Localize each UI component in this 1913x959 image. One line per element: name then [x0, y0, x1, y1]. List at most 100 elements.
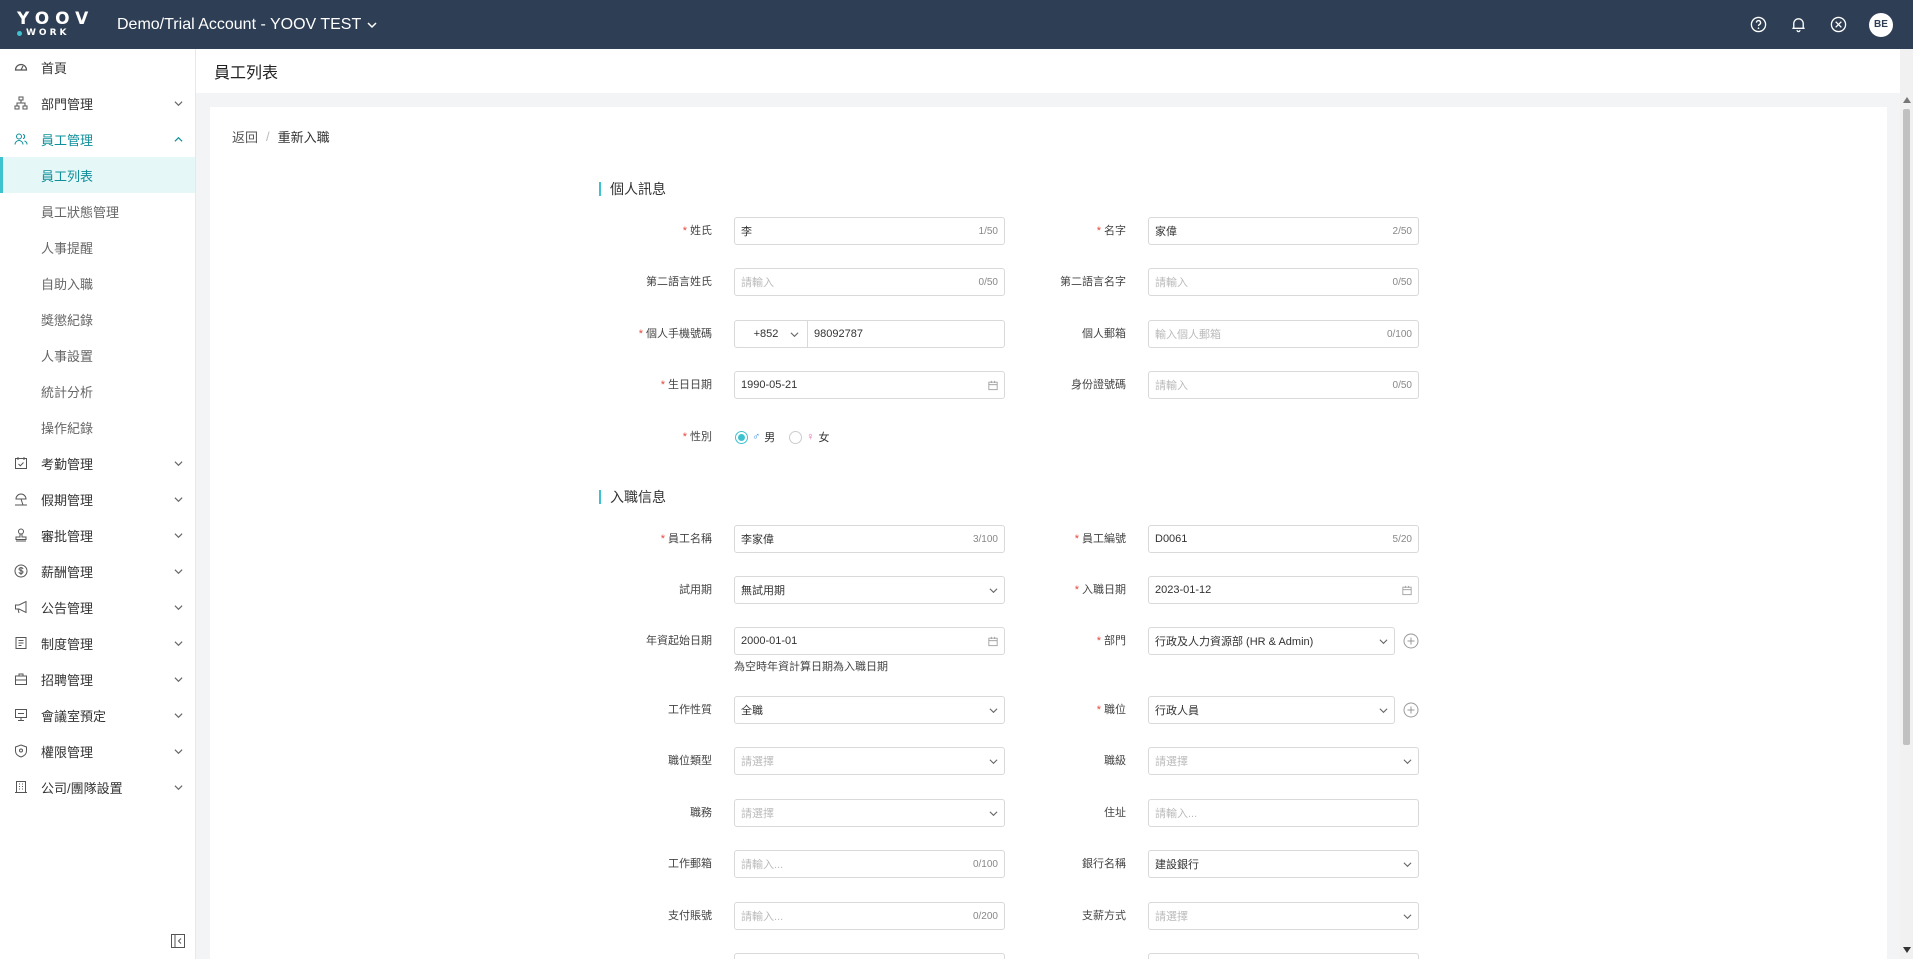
breadcrumb-back[interactable]: 返回	[232, 127, 258, 146]
nav-item-permission[interactable]: 權限管理	[0, 733, 195, 769]
bell-icon[interactable]	[1789, 16, 1807, 34]
building-icon	[13, 780, 28, 795]
gender-male-label: 男	[764, 432, 776, 444]
user-avatar[interactable]: BE	[1869, 12, 1893, 37]
chevron-down-icon	[1402, 859, 1412, 869]
join-date-label: * 入職日期	[1074, 584, 1126, 596]
work-email-input[interactable]: 請輸入... 0/100	[734, 850, 1005, 878]
nav-label: 公司/團隊設置	[41, 780, 123, 796]
add-department-icon[interactable]	[1403, 633, 1419, 649]
scroll-down-icon[interactable]	[1902, 945, 1911, 954]
second-given-input[interactable]: 請輸入 0/50	[1148, 268, 1419, 296]
surname-input[interactable]: 李 1/50	[734, 217, 1005, 245]
nav-label: 部門管理	[41, 96, 94, 112]
next-field-right[interactable]	[1148, 953, 1419, 959]
probation-select[interactable]: 無試用期	[734, 576, 1005, 604]
mobile-input[interactable]: 98092787	[807, 320, 1005, 348]
position-type-select[interactable]: 請選擇	[734, 747, 1005, 775]
nav-item-approval[interactable]: 審批管理	[0, 517, 195, 553]
grade-select[interactable]: 請選擇	[1148, 747, 1419, 775]
app-logo[interactable]: YOOV WORK	[0, 0, 100, 49]
section-personal-info: 個人訊息	[599, 182, 666, 196]
position-select[interactable]: 行政人員	[1148, 696, 1395, 724]
second-surname-input[interactable]: 請輸入 0/50	[734, 268, 1005, 296]
subnav-statistics[interactable]: 統計分析	[0, 373, 195, 409]
nav-label: 首頁	[41, 60, 68, 76]
gender-female-radio[interactable]	[789, 430, 803, 444]
birth-date-picker[interactable]: 1990-05-21	[734, 371, 1005, 399]
duty-select[interactable]: 請選擇	[734, 799, 1005, 827]
id-number-label: 身份證號碼	[1071, 379, 1126, 391]
bank-name-select[interactable]: 建設銀行	[1148, 850, 1419, 878]
chevron-down-icon	[171, 708, 185, 722]
beach-icon	[13, 492, 28, 507]
subnav-employee-status[interactable]: 員工狀態管理	[0, 193, 195, 229]
join-date-picker[interactable]: 2023-01-12	[1148, 576, 1419, 604]
nav-item-policy[interactable]: 制度管理	[0, 625, 195, 661]
breadcrumb-current: 重新入職	[277, 130, 330, 145]
male-icon: ♂	[752, 431, 761, 443]
sidebar: 首頁 部門管理 員工管理 員工列表 員工狀態管理 人事提醒 自助入職 獎懲紀錄 …	[0, 49, 196, 959]
nav-item-company-settings[interactable]: 公司/團隊設置	[0, 769, 195, 805]
account-switcher[interactable]: Demo/Trial Account - YOOV TEST	[117, 16, 377, 34]
nav-item-announcement[interactable]: 公告管理	[0, 589, 195, 625]
scroll-up-icon[interactable]	[1902, 95, 1911, 104]
work-nature-select[interactable]: 全職	[734, 696, 1005, 724]
nav-item-leave[interactable]: 假期管理	[0, 481, 195, 517]
nav-item-payroll[interactable]: 薪酬管理	[0, 553, 195, 589]
nav-label: 薪酬管理	[41, 564, 94, 580]
next-field-left[interactable]	[734, 953, 1005, 959]
subnav-hr-reminder[interactable]: 人事提醒	[0, 229, 195, 265]
subnav-operation-log[interactable]: 操作紀錄	[0, 409, 195, 445]
help-icon[interactable]	[1749, 16, 1767, 34]
address-label: 住址	[1104, 807, 1126, 819]
employee-number-input[interactable]: D0061 5/20	[1148, 525, 1419, 553]
chevron-down-icon	[171, 528, 185, 542]
apps-icon[interactable]	[1829, 16, 1847, 34]
page-scrollbar[interactable]	[1900, 49, 1913, 959]
nav-item-home[interactable]: 首頁	[0, 49, 195, 85]
department-select[interactable]: 行政及人力資源部 (HR & Admin)	[1148, 627, 1395, 655]
nav-item-meeting-room[interactable]: 會議室預定	[0, 697, 195, 733]
employee-name-input[interactable]: 李家偉 3/100	[734, 525, 1005, 553]
nav-item-department[interactable]: 部門管理	[0, 85, 195, 121]
breadcrumb: 返回 / 重新入職	[232, 127, 330, 146]
subnav-self-onboard[interactable]: 自助入職	[0, 265, 195, 301]
pay-method-select[interactable]: 請選擇	[1148, 902, 1419, 930]
page-title: 員工列表	[196, 49, 1913, 93]
collapse-sidebar-icon[interactable]	[170, 933, 186, 949]
annual-start-picker[interactable]: 2000-01-01	[734, 627, 1005, 655]
chevron-down-icon	[171, 672, 185, 686]
subnav-employee-list[interactable]: 員工列表	[0, 157, 195, 193]
nav-label: 公告管理	[41, 600, 94, 616]
id-number-input[interactable]: 請輸入 0/50	[1148, 371, 1419, 399]
address-input[interactable]: 請輸入...	[1148, 799, 1419, 827]
nav-item-attendance[interactable]: 考勤管理	[0, 445, 195, 481]
subnav-reward-records[interactable]: 獎懲紀錄	[0, 301, 195, 337]
add-position-icon[interactable]	[1403, 702, 1419, 718]
grade-label: 職級	[1104, 755, 1126, 767]
personal-email-input[interactable]: 輸入個人郵箱 0/100	[1148, 320, 1419, 348]
nav-label: 假期管理	[41, 492, 94, 508]
country-code-select[interactable]: +852	[734, 320, 808, 348]
given-name-input[interactable]: 家偉 2/50	[1148, 217, 1419, 245]
chevron-down-icon	[171, 96, 185, 110]
gender-male-radio[interactable]	[735, 430, 748, 444]
gender-female-label: 女	[818, 432, 830, 444]
shield-icon	[13, 744, 28, 759]
pay-account-label: 支付賬號	[668, 910, 712, 922]
scrollbar-thumb[interactable]	[1903, 109, 1910, 745]
nav-label: 考勤管理	[41, 456, 94, 472]
subnav-hr-settings[interactable]: 人事設置	[0, 337, 195, 373]
chevron-down-icon	[1402, 756, 1412, 766]
chevron-down-icon	[1402, 911, 1412, 921]
nav-item-recruitment[interactable]: 招聘管理	[0, 661, 195, 697]
nav-item-employee[interactable]: 員工管理	[0, 121, 195, 157]
chevron-up-icon	[171, 132, 185, 146]
logo-text-top: YOOV	[17, 9, 95, 29]
surname-label: * 姓氏	[682, 225, 712, 237]
pay-account-input[interactable]: 請輸入... 0/200	[734, 902, 1005, 930]
given-name-label: * 名字	[1096, 225, 1126, 237]
position-type-label: 職位類型	[668, 755, 712, 767]
chevron-down-icon	[171, 492, 185, 506]
